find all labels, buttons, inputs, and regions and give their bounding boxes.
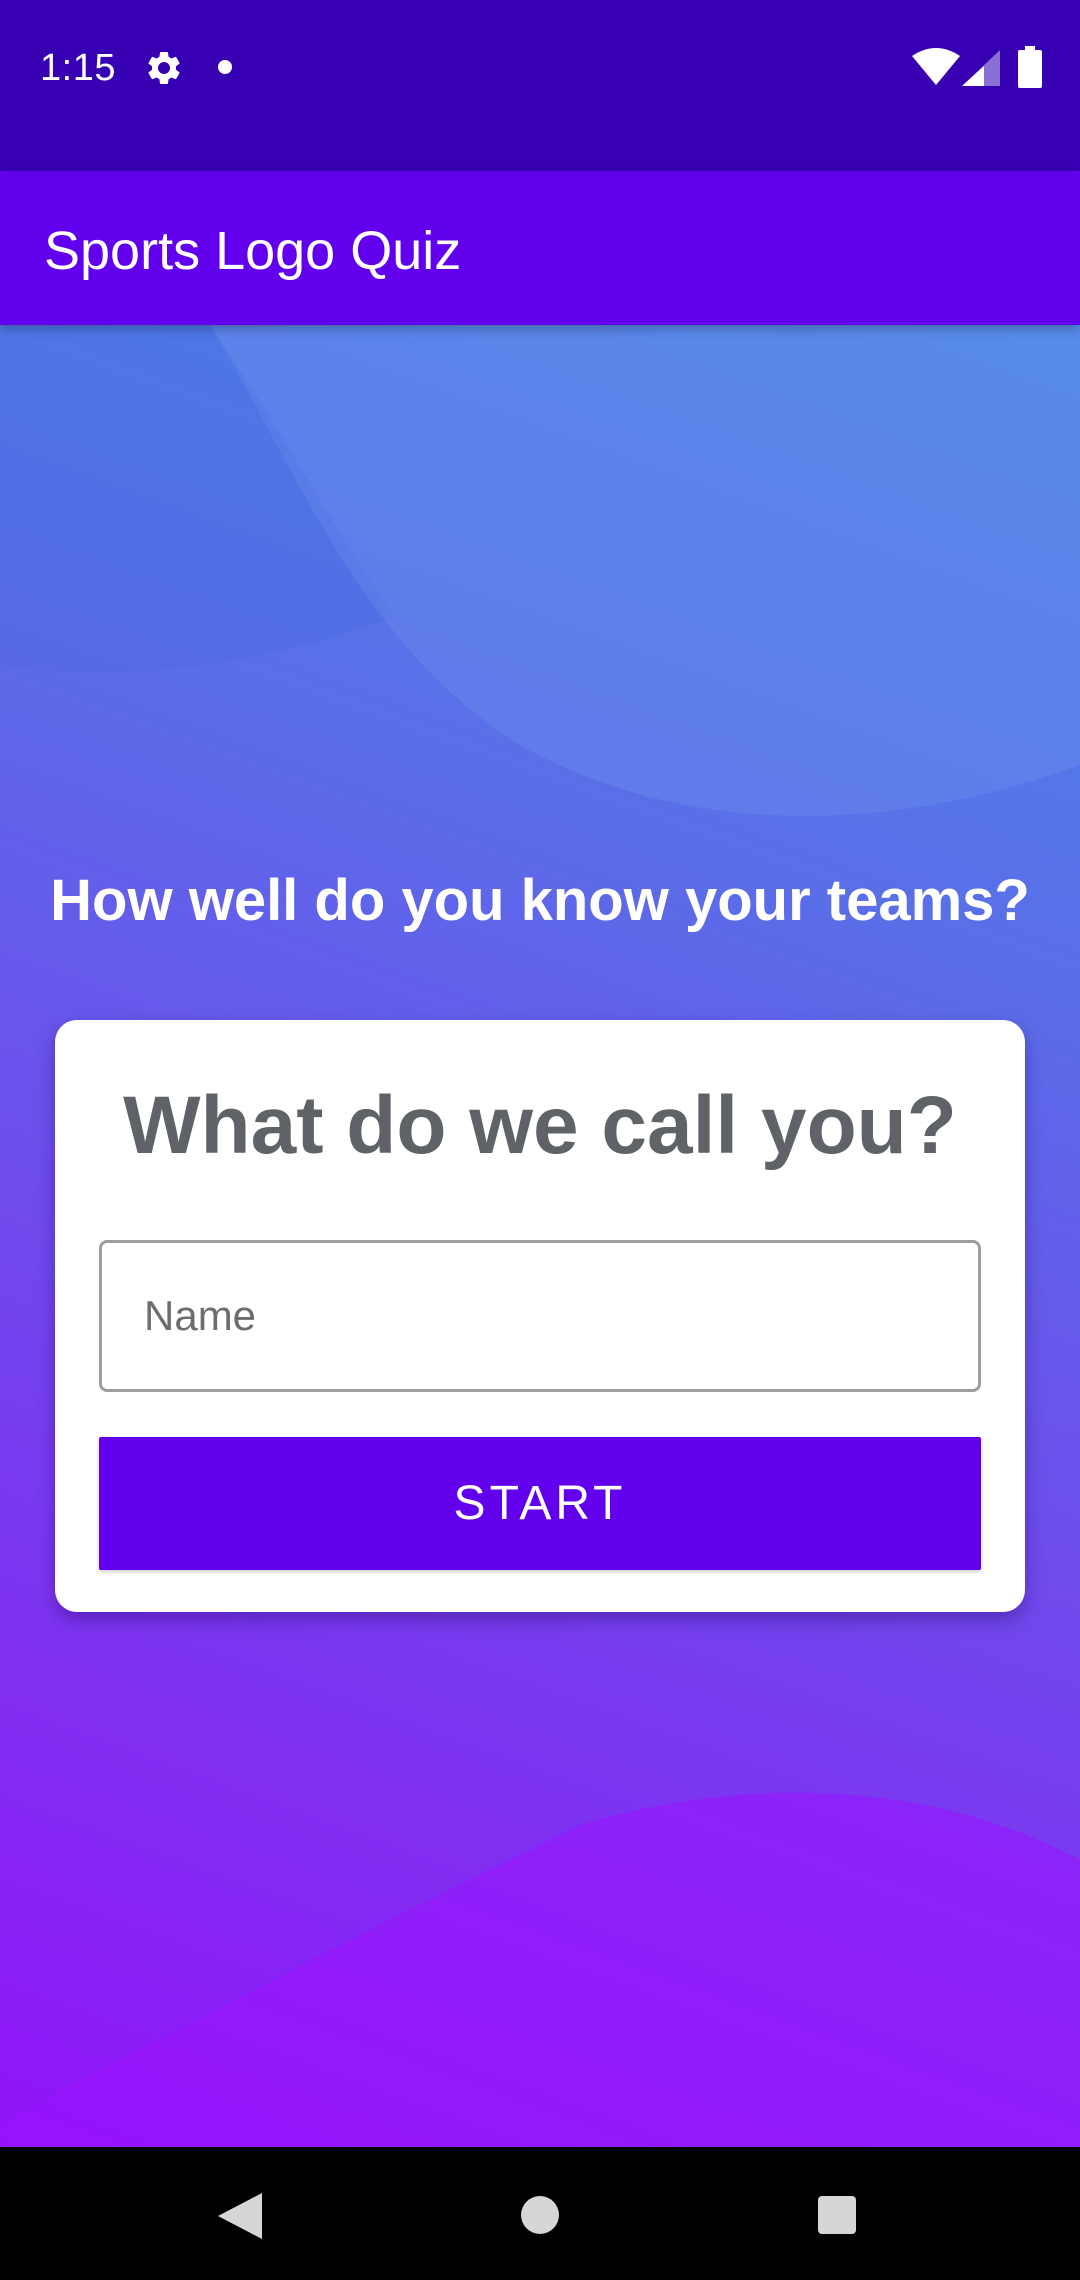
status-time: 1:15 — [40, 47, 116, 89]
card-title: What do we call you? — [123, 1080, 957, 1171]
back-icon[interactable] — [218, 2193, 262, 2239]
wifi-icon — [912, 48, 960, 85]
name-field — [99, 1240, 981, 1392]
battery-icon — [1018, 46, 1042, 88]
start-button[interactable]: START — [99, 1437, 981, 1570]
app-bar: Sports Logo Quiz — [0, 171, 1080, 325]
home-icon[interactable] — [521, 2196, 559, 2234]
screen: 1:15 Sports Logo Quiz How well do you kn… — [0, 0, 1080, 2280]
name-card: What do we call you? START — [55, 1020, 1025, 1612]
main-content: How well do you know your teams? What do… — [0, 325, 1080, 2147]
notification-dot-icon — [218, 60, 232, 74]
cell-signal-icon — [962, 50, 1000, 86]
tagline: How well do you know your teams? — [50, 868, 1030, 933]
name-input[interactable] — [102, 1243, 978, 1389]
app-title: Sports Logo Quiz — [44, 221, 462, 281]
gear-icon — [148, 51, 180, 84]
status-bar: 1:15 — [0, 0, 1080, 171]
recents-icon[interactable] — [818, 2196, 856, 2234]
navigation-bar — [0, 2147, 1080, 2280]
